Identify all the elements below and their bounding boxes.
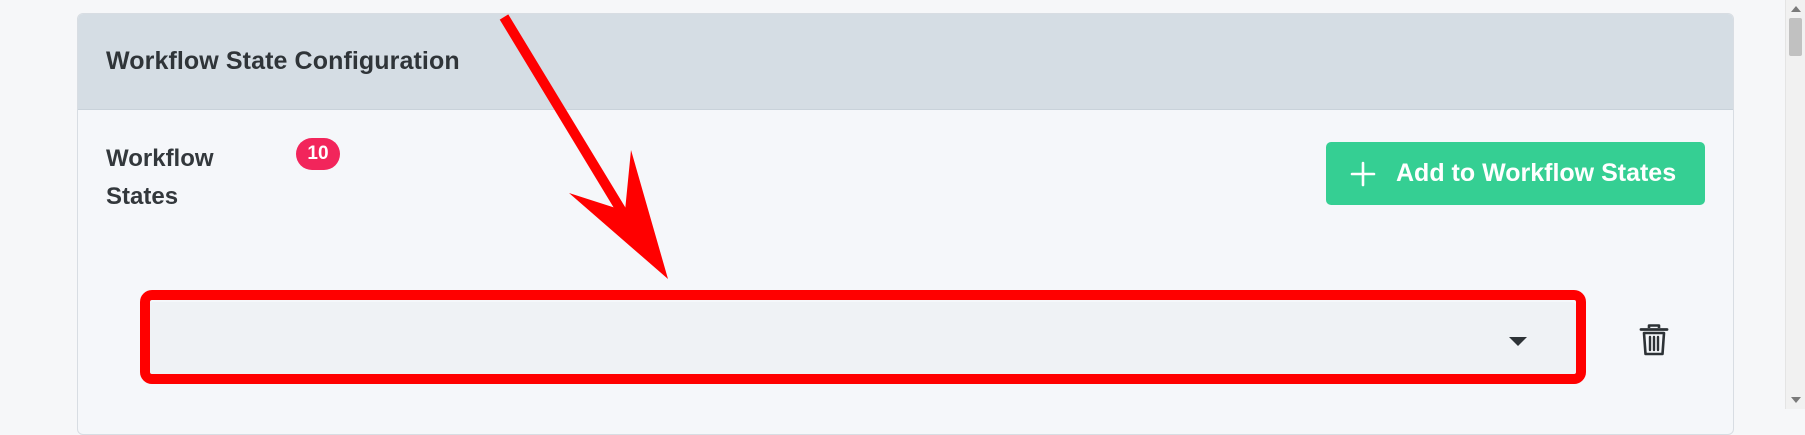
page: Workflow State Configuration Workflow St… — [0, 0, 1785, 435]
scroll-down-icon[interactable] — [1791, 397, 1801, 403]
workflow-states-count-badge: 10 — [296, 138, 340, 170]
vertical-scrollbar[interactable] — [1785, 0, 1805, 409]
card-title: Workflow State Configuration — [106, 47, 460, 75]
card-header: Workflow State Configuration — [78, 14, 1733, 110]
delete-state-button[interactable] — [1629, 310, 1679, 370]
chevron-down-icon[interactable] — [1509, 337, 1527, 346]
scroll-up-icon[interactable] — [1791, 6, 1801, 12]
add-button-label: Add to Workflow States — [1396, 159, 1677, 187]
add-to-workflow-states-button[interactable]: Add to Workflow States — [1326, 142, 1705, 205]
workflow-states-label: Workflow States — [106, 145, 214, 210]
scroll-thumb[interactable] — [1789, 18, 1802, 56]
trash-icon — [1639, 324, 1669, 356]
workflow-config-card: Workflow State Configuration Workflow St… — [77, 13, 1734, 435]
workflow-state-select[interactable] — [147, 302, 1577, 380]
plus-icon — [1350, 161, 1376, 186]
